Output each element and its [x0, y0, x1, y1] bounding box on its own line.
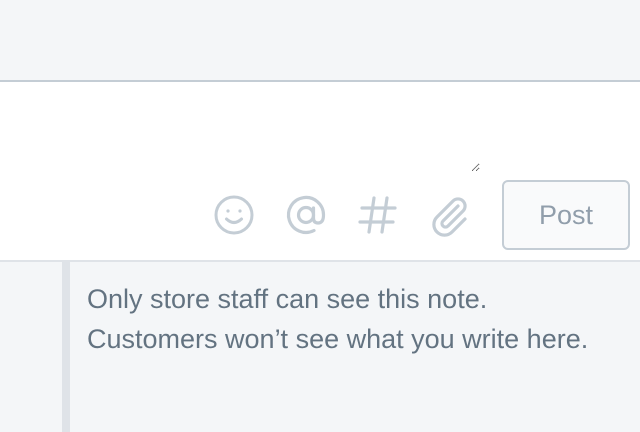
note-text: Only store staff can see this note. Cust… [87, 284, 589, 354]
emoji-icon[interactable] [211, 192, 257, 238]
comment-composer: Post [0, 82, 640, 260]
timeline-header-area [0, 0, 640, 80]
hashtag-icon[interactable] [355, 192, 401, 238]
mention-at-icon[interactable] [283, 192, 329, 238]
attachment-paperclip-icon[interactable] [427, 192, 473, 238]
comment-input[interactable] [0, 82, 480, 172]
post-button[interactable]: Post [502, 180, 630, 250]
staff-only-note: Only store staff can see this note. Cust… [0, 262, 640, 432]
note-accent-bar [62, 262, 70, 432]
